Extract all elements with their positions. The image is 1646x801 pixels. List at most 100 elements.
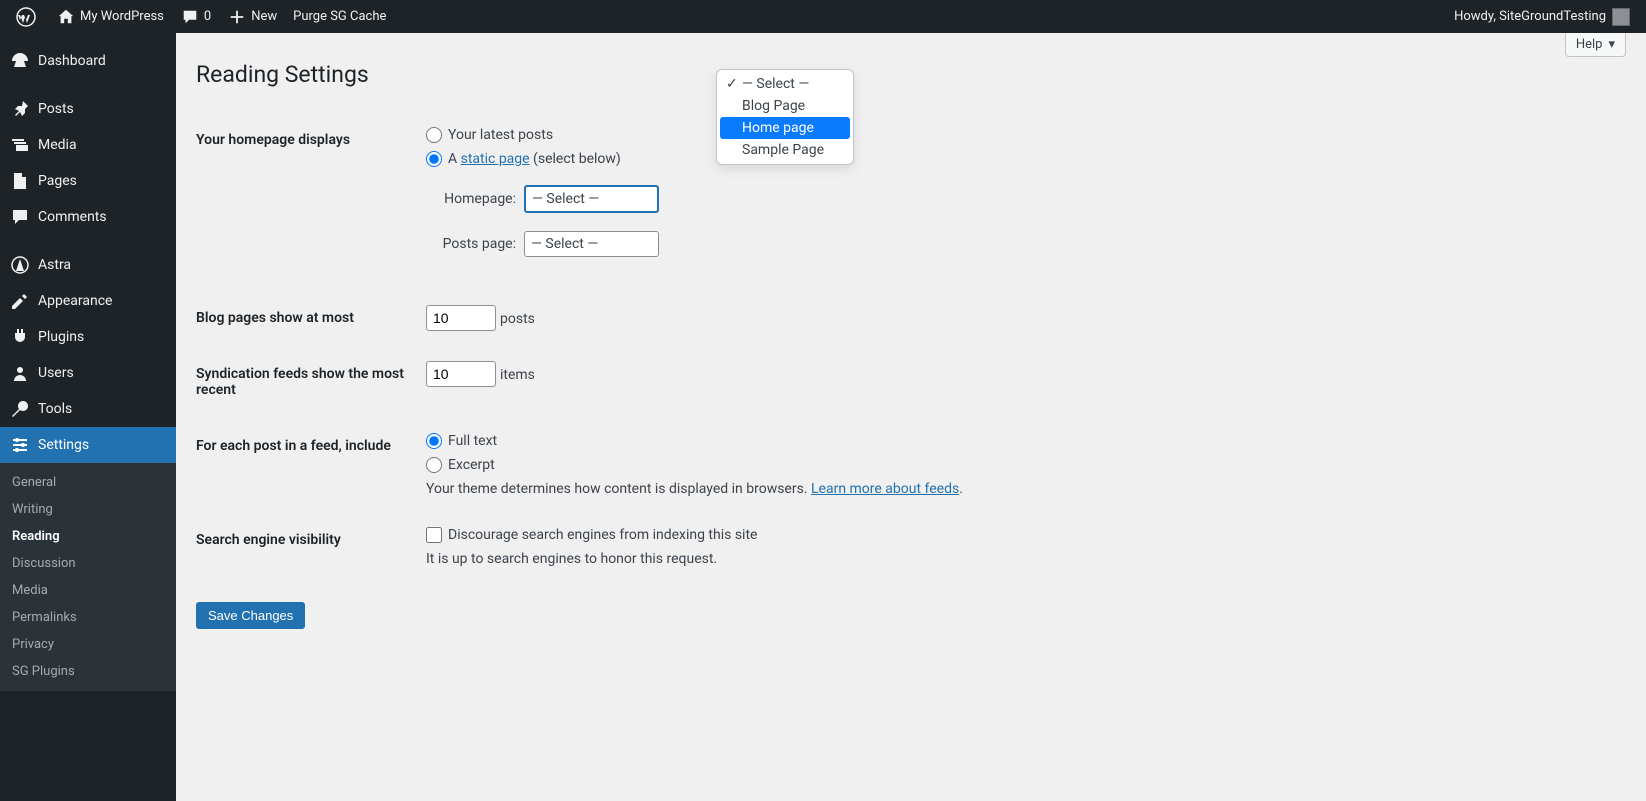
radio-label: Your latest posts (448, 127, 553, 143)
checkbox-discourage-input[interactable] (426, 527, 442, 543)
astra-icon (10, 255, 30, 275)
dropdown-item-blog-page[interactable]: Blog Page (720, 95, 850, 117)
sidebar-item-users[interactable]: Users (0, 355, 176, 391)
sidebar-item-plugins[interactable]: Plugins (0, 319, 176, 355)
syndication-label: Syndication feeds show the most recent (196, 346, 416, 418)
radio-static-page-input[interactable] (426, 151, 442, 167)
radio-label: Full text (448, 433, 497, 449)
submenu-privacy[interactable]: Privacy (0, 631, 176, 658)
posts-page-select-label: Posts page: (426, 236, 516, 252)
main-content: Help ▾ Reading Settings Your homepage dis… (176, 33, 1646, 801)
sidebar-item-astra[interactable]: Astra (0, 247, 176, 283)
page-icon (10, 171, 30, 191)
site-name: My WordPress (80, 9, 164, 24)
feed-include-label: For each post in a feed, include (196, 418, 416, 512)
dashboard-icon (10, 51, 30, 71)
radio-excerpt[interactable]: Excerpt (426, 457, 1616, 473)
search-engine-desc: It is up to search engines to honor this… (426, 551, 1616, 567)
menu-label: Plugins (38, 329, 84, 345)
tools-icon (10, 399, 30, 419)
submenu-media[interactable]: Media (0, 577, 176, 604)
radio-full-text-input[interactable] (426, 433, 442, 449)
comment-count: 0 (204, 9, 211, 24)
settings-icon (10, 435, 30, 455)
syndication-suffix: items (500, 367, 535, 383)
dropdown-item-home-page[interactable]: Home page (720, 117, 850, 139)
submenu-reading[interactable]: Reading (0, 523, 176, 550)
howdy-link[interactable]: Howdy, SiteGroundTesting (1446, 0, 1638, 33)
radio-static-page[interactable]: A static page (select below) (426, 151, 1616, 167)
media-icon (10, 135, 30, 155)
menu-label: Posts (38, 101, 74, 117)
plus-icon (227, 7, 247, 27)
save-button[interactable]: Save Changes (196, 602, 305, 629)
menu-label: Astra (38, 257, 71, 273)
site-name-link[interactable]: My WordPress (48, 0, 172, 33)
sidebar-item-dashboard[interactable]: Dashboard (0, 43, 176, 79)
posts-page-select[interactable]: — Select — (524, 231, 659, 257)
appearance-icon (10, 291, 30, 311)
checkbox-discourage[interactable]: Discourage search engines from indexing … (426, 527, 1616, 543)
radio-excerpt-input[interactable] (426, 457, 442, 473)
syndication-input[interactable] (426, 361, 496, 387)
sidebar-item-posts[interactable]: Posts (0, 91, 176, 127)
sidebar-item-media[interactable]: Media (0, 127, 176, 163)
plugin-icon (10, 327, 30, 347)
homepage-displays-label: Your homepage displays (196, 112, 416, 290)
submenu-discussion[interactable]: Discussion (0, 550, 176, 577)
avatar (1612, 8, 1630, 26)
blog-pages-input[interactable] (426, 305, 496, 331)
comments-link[interactable]: 0 (172, 0, 219, 33)
submenu-general[interactable]: General (0, 469, 176, 496)
settings-submenu: General Writing Reading Discussion Media… (0, 463, 176, 691)
new-label: New (251, 9, 277, 24)
blog-pages-label: Blog pages show at most (196, 290, 416, 346)
admin-sidebar: Dashboard Posts Media Pages Comments Ast… (0, 33, 176, 801)
menu-label: Media (38, 137, 77, 153)
submenu-permalinks[interactable]: Permalinks (0, 604, 176, 631)
submenu-writing[interactable]: Writing (0, 496, 176, 523)
radio-latest-posts[interactable]: Your latest posts (426, 127, 1616, 143)
radio-label: Excerpt (448, 457, 495, 473)
users-icon (10, 363, 30, 383)
menu-label: Users (38, 365, 74, 381)
help-label: Help (1576, 37, 1603, 52)
pin-icon (10, 99, 30, 119)
homepage-select-label: Homepage: (426, 191, 516, 207)
purge-cache-link[interactable]: Purge SG Cache (285, 0, 394, 33)
chevron-down-icon: ▾ (1608, 37, 1615, 52)
sidebar-item-settings[interactable]: Settings (0, 427, 176, 463)
purge-label: Purge SG Cache (293, 9, 386, 24)
feed-description: Your theme determines how content is dis… (426, 481, 1616, 497)
menu-label: Comments (38, 209, 107, 225)
dropdown-item-sample-page[interactable]: Sample Page (720, 139, 850, 161)
menu-label: Settings (38, 437, 89, 453)
radio-full-text[interactable]: Full text (426, 433, 1616, 449)
menu-label: Appearance (38, 293, 112, 309)
comment-icon (180, 7, 200, 27)
comments-icon (10, 207, 30, 227)
sidebar-item-pages[interactable]: Pages (0, 163, 176, 199)
blog-pages-suffix: posts (500, 311, 535, 327)
submenu-sg-plugins[interactable]: SG Plugins (0, 658, 176, 685)
home-icon (56, 7, 76, 27)
help-button[interactable]: Help ▾ (1565, 33, 1626, 57)
radio-latest-posts-input[interactable] (426, 127, 442, 143)
wp-logo[interactable] (8, 0, 48, 33)
learn-more-feeds-link[interactable]: Learn more about feeds (811, 481, 959, 497)
dropdown-item-select[interactable]: — Select — (720, 73, 850, 95)
sidebar-item-tools[interactable]: Tools (0, 391, 176, 427)
homepage-select[interactable]: — Select — (524, 185, 659, 213)
menu-label: Pages (38, 173, 77, 189)
menu-label: Tools (38, 401, 72, 417)
sidebar-item-appearance[interactable]: Appearance (0, 283, 176, 319)
radio-label: A static page (select below) (448, 151, 621, 167)
checkbox-label: Discourage search engines from indexing … (448, 527, 757, 543)
new-link[interactable]: New (219, 0, 285, 33)
search-engine-label: Search engine visibility (196, 512, 416, 582)
page-title: Reading Settings (196, 61, 1626, 88)
static-page-link[interactable]: static page (461, 151, 530, 167)
sidebar-item-comments[interactable]: Comments (0, 199, 176, 235)
wordpress-icon (16, 7, 36, 27)
menu-label: Dashboard (38, 53, 106, 69)
